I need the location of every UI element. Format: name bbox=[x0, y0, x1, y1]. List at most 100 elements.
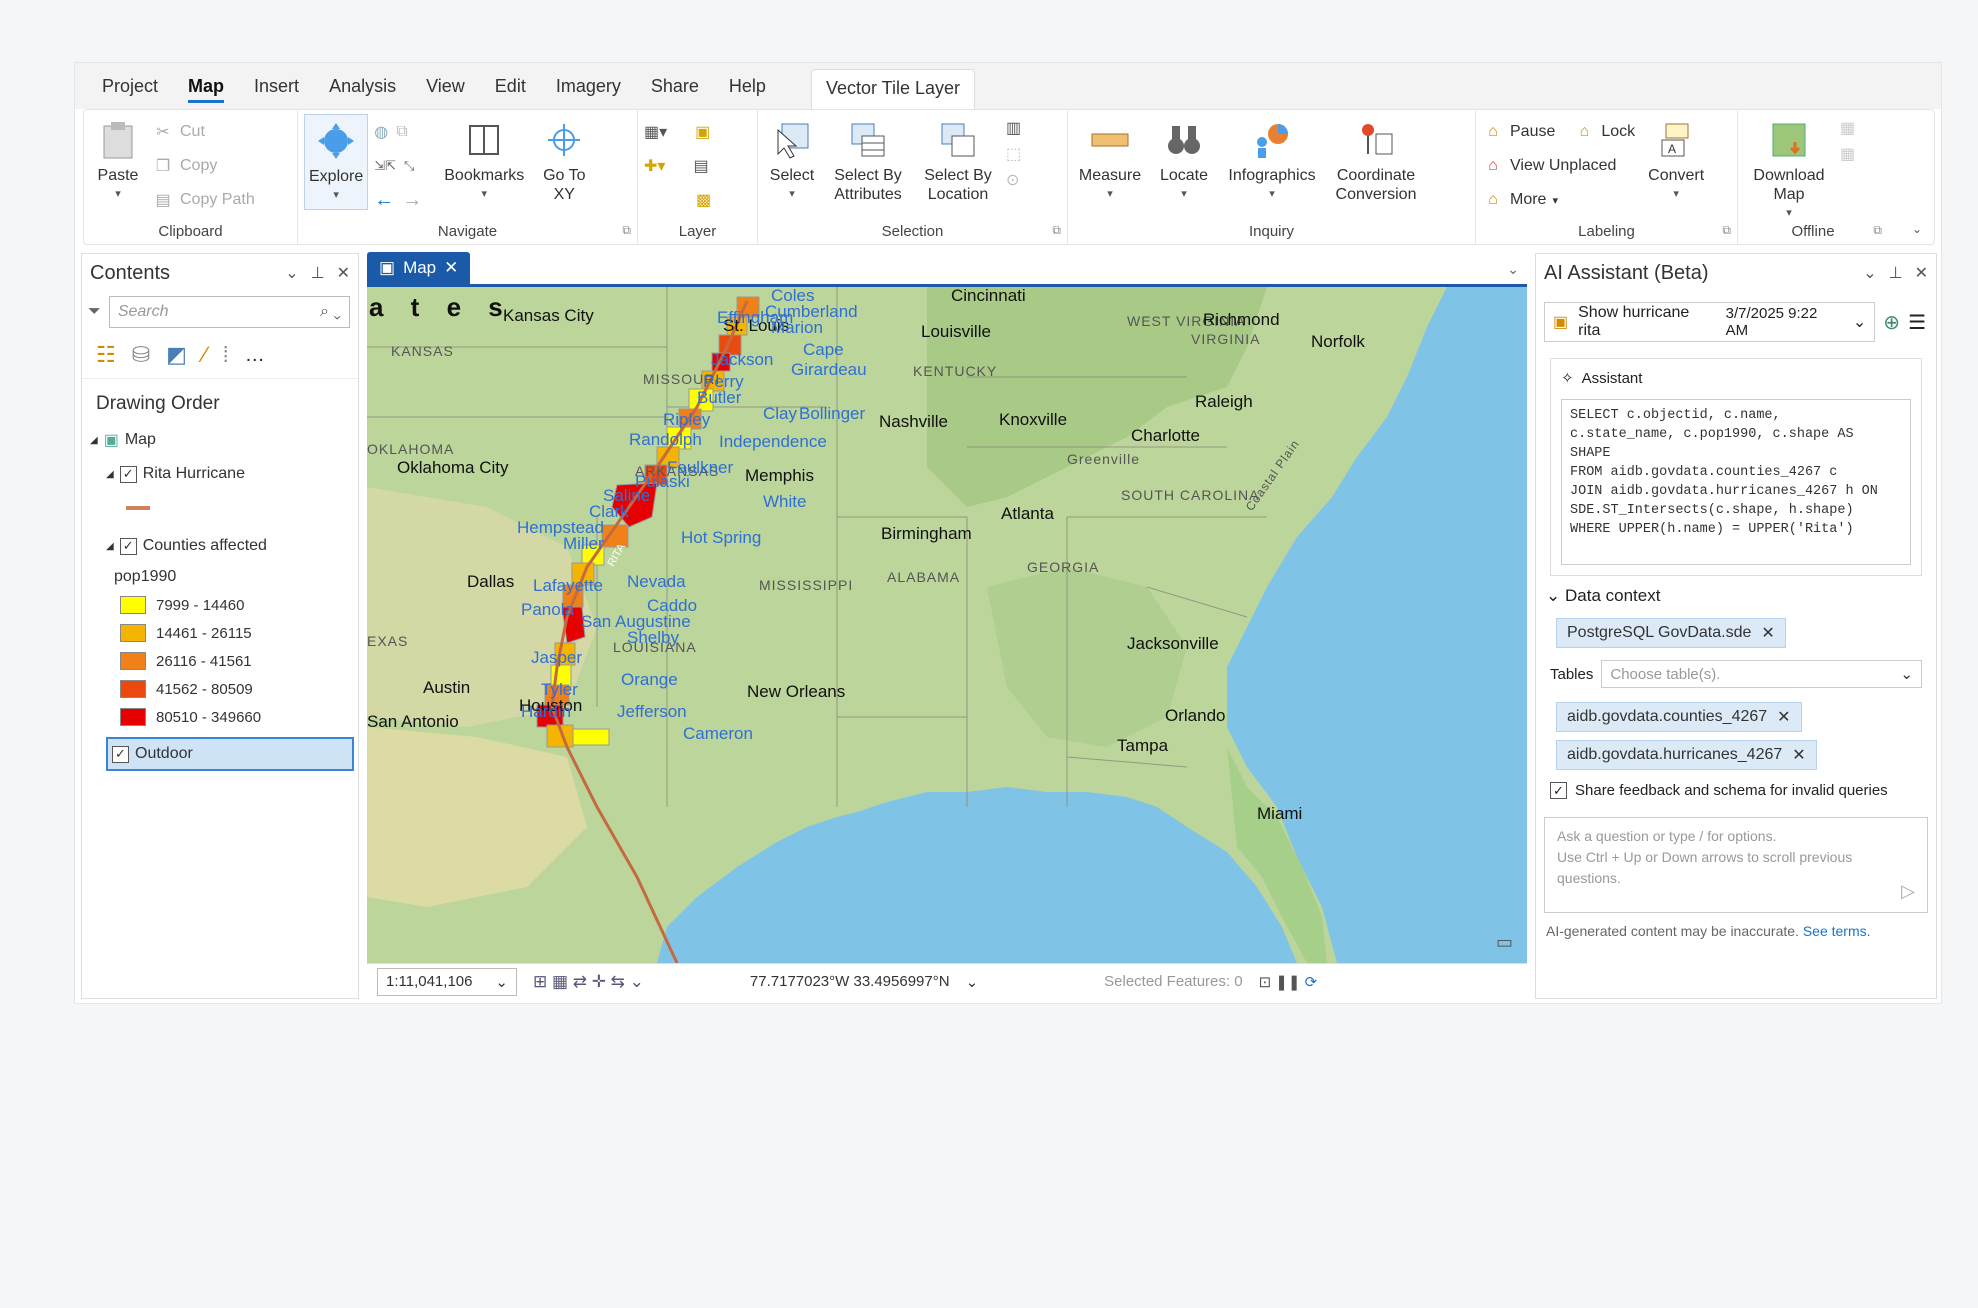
more-icon[interactable]: … bbox=[245, 344, 265, 367]
clear-selection-icon[interactable]: ⬚ bbox=[1006, 144, 1036, 164]
sync-icon[interactable]: ▦ bbox=[1840, 118, 1855, 138]
forward-arrow-icon[interactable]: → bbox=[402, 189, 422, 212]
expand-icon[interactable]: ◢ bbox=[106, 469, 114, 480]
layer-visibility-checkbox[interactable]: ✓ bbox=[119, 465, 137, 483]
globe-icon[interactable]: ◍ bbox=[374, 122, 388, 142]
zoom-to-selection-icon[interactable]: ⊙ bbox=[1006, 170, 1036, 190]
remove-offline-icon[interactable]: ▦ bbox=[1840, 144, 1855, 164]
back-arrow-icon[interactable]: ← bbox=[374, 189, 394, 212]
view-unplaced-button[interactable]: ⌂ View Unplaced bbox=[1482, 152, 1635, 180]
tab-vector-tile-layer[interactable]: Vector Tile Layer bbox=[810, 69, 976, 109]
zoom-out-fixed-icon[interactable]: ⤡ bbox=[404, 158, 414, 174]
tab-edit[interactable]: Edit bbox=[480, 76, 541, 109]
select-button[interactable]: Select ▾ bbox=[764, 114, 820, 208]
share-feedback-checkbox[interactable]: ✓ bbox=[1550, 782, 1567, 799]
add-data-icon[interactable]: ▣ bbox=[695, 122, 710, 142]
question-input[interactable]: Ask a question or type / for options. Us… bbox=[1544, 817, 1928, 913]
table-chip-hurricanes[interactable]: aidb.govdata.hurricanes_4267 ✕ bbox=[1556, 740, 1817, 770]
add-layer-icon[interactable]: ✚▾ bbox=[644, 156, 665, 176]
tab-project[interactable]: Project bbox=[87, 76, 173, 109]
locate-button[interactable]: Locate ▾ bbox=[1152, 114, 1216, 208]
tables-dropdown[interactable]: Choose table(s). ⌄ bbox=[1601, 660, 1922, 688]
map-tab[interactable]: ▣ Map ✕ bbox=[367, 252, 471, 284]
data-source-icon[interactable]: ⛁ bbox=[132, 342, 150, 368]
more-labeling-button[interactable]: ⌂ More ▾ bbox=[1482, 186, 1635, 214]
hamburger-menu-icon[interactable]: ☰ bbox=[1908, 310, 1926, 335]
sql-code-block[interactable]: SELECT c.objectid, c.name, c.state_name,… bbox=[1561, 399, 1911, 565]
tree-item-rita-hurricane[interactable]: ◢ ✓ Rita Hurricane bbox=[82, 457, 358, 491]
chevron-down-icon[interactable]: ⌄ bbox=[966, 973, 979, 991]
expand-icon[interactable]: ◢ bbox=[106, 541, 114, 552]
tree-item-outdoor-basemap[interactable]: ✓ Outdoor bbox=[106, 737, 354, 771]
tab-view[interactable]: View bbox=[411, 76, 480, 109]
tab-map[interactable]: Map bbox=[173, 76, 239, 109]
layer-visibility-checkbox[interactable]: ✓ bbox=[119, 537, 137, 555]
map-tips-icon[interactable]: ▭ bbox=[1496, 932, 1513, 953]
select-by-attributes-button[interactable]: Select By Attributes bbox=[826, 114, 910, 208]
basemap-icon[interactable]: ▦▾ bbox=[644, 122, 667, 142]
tab-help[interactable]: Help bbox=[714, 76, 781, 109]
table-icon[interactable]: ▤ bbox=[693, 156, 708, 176]
tab-share[interactable]: Share bbox=[636, 76, 714, 109]
filter-icon[interactable]: ⏷ bbox=[88, 303, 101, 321]
convert-button[interactable]: A Convert ▾ bbox=[1641, 114, 1711, 208]
see-terms-link[interactable]: See terms. bbox=[1803, 923, 1871, 939]
contents-search-input[interactable]: Search ⌕ ⌄ bbox=[108, 296, 350, 328]
copy-path-button[interactable]: ▤ Copy Path bbox=[152, 186, 254, 214]
tree-item-map[interactable]: ◢ ▣ Map bbox=[82, 423, 358, 457]
chevron-down-icon[interactable]: ⌄ bbox=[1507, 261, 1519, 278]
select-by-location-button[interactable]: Select By Location bbox=[916, 114, 1000, 208]
pane-menu-icon[interactable]: ⌄ bbox=[1863, 263, 1876, 283]
go-to-xy-button[interactable]: Go To XY bbox=[534, 114, 594, 208]
remove-icon[interactable]: ✕ bbox=[1761, 623, 1774, 643]
coordinate-conversion-button[interactable]: Coordinate Conversion bbox=[1328, 114, 1424, 208]
new-chat-icon[interactable]: ⊕ bbox=[1883, 310, 1900, 335]
close-icon[interactable]: ✕ bbox=[444, 258, 458, 278]
pane-menu-icon[interactable]: ⌄ bbox=[285, 263, 298, 283]
infographics-button[interactable]: Infographics ▾ bbox=[1222, 114, 1322, 208]
bookmarks-button[interactable]: Bookmarks ▾ bbox=[440, 114, 528, 208]
remove-icon[interactable]: ✕ bbox=[1792, 745, 1805, 765]
map-tools-icons[interactable]: ⊞ ▦ ⇄ ✛ ⇆ ⌄ bbox=[533, 972, 644, 992]
drawing-order-icon[interactable]: ☷ bbox=[96, 342, 116, 368]
map-canvas[interactable]: a t e s Kansas City KANSAS OKLAHOMA Oklahoma… bbox=[367, 287, 1527, 963]
tree-item-counties-affected[interactable]: ◢ ✓ Counties affected bbox=[82, 529, 358, 563]
measure-button[interactable]: Measure ▾ bbox=[1074, 114, 1146, 208]
zoom-in-fixed-icon[interactable]: ⇲⇱ bbox=[374, 158, 396, 174]
data-context-header[interactable]: ⌄ Data context bbox=[1536, 582, 1936, 610]
data-source-chip[interactable]: PostgreSQL GovData.sde ✕ bbox=[1556, 618, 1786, 648]
dialog-launcher-icon[interactable]: ⧉ bbox=[1052, 223, 1061, 238]
editing-view-icon[interactable]: ⁄ bbox=[203, 342, 207, 368]
collapse-ribbon-icon[interactable]: ⌄ bbox=[1912, 222, 1922, 236]
remove-icon[interactable]: ✕ bbox=[1777, 707, 1790, 727]
table-chip-counties[interactable]: aidb.govdata.counties_4267 ✕ bbox=[1556, 702, 1802, 732]
snapping-view-icon[interactable]: ⁞ bbox=[223, 342, 229, 368]
lock-labeling-button[interactable]: ⌂ Lock bbox=[1573, 118, 1636, 146]
tab-imagery[interactable]: Imagery bbox=[541, 76, 636, 109]
attribute-table-icon[interactable]: ▥ bbox=[1006, 118, 1036, 138]
dialog-launcher-icon[interactable]: ⧉ bbox=[1873, 223, 1882, 238]
tab-analysis[interactable]: Analysis bbox=[314, 76, 411, 109]
expand-icon[interactable]: ◢ bbox=[90, 435, 98, 446]
layer-visibility-checkbox[interactable]: ✓ bbox=[112, 745, 129, 763]
tab-insert[interactable]: Insert bbox=[239, 76, 314, 109]
selection-view-icon[interactable]: ◩ bbox=[166, 342, 187, 368]
dialog-launcher-icon[interactable]: ⧉ bbox=[1722, 223, 1731, 238]
pin-icon[interactable]: ⊥ bbox=[1889, 263, 1903, 283]
layers-icon[interactable]: ⧉ bbox=[396, 123, 407, 141]
pause-labeling-button[interactable]: ⌂ Pause bbox=[1482, 118, 1555, 146]
close-icon[interactable]: ✕ bbox=[337, 263, 350, 283]
dialog-launcher-icon[interactable]: ⧉ bbox=[622, 223, 631, 238]
cut-button[interactable]: ✂ Cut bbox=[152, 118, 255, 146]
scale-dropdown[interactable]: 1:11,041,106 ⌄ bbox=[377, 967, 517, 996]
download-map-button[interactable]: Download Map ▾ bbox=[1744, 114, 1834, 227]
share-feedback-option[interactable]: ✓ Share feedback and schema for invalid q… bbox=[1536, 774, 1936, 807]
refresh-icons[interactable]: ⊡ ❚❚ ⟳ bbox=[1259, 973, 1318, 991]
chat-history-dropdown[interactable]: ▣ Show hurricane rita 3/7/2025 9:22 AM ⌄ bbox=[1544, 302, 1876, 342]
layer-style-icon[interactable]: ▩ bbox=[696, 190, 711, 210]
copy-button[interactable]: ❐ Copy bbox=[152, 152, 255, 180]
pin-icon[interactable]: ⊥ bbox=[311, 263, 325, 283]
send-icon[interactable]: ▷ bbox=[1901, 881, 1915, 902]
explore-button[interactable]: Explore ▾ bbox=[304, 114, 369, 210]
close-icon[interactable]: ✕ bbox=[1915, 263, 1928, 283]
